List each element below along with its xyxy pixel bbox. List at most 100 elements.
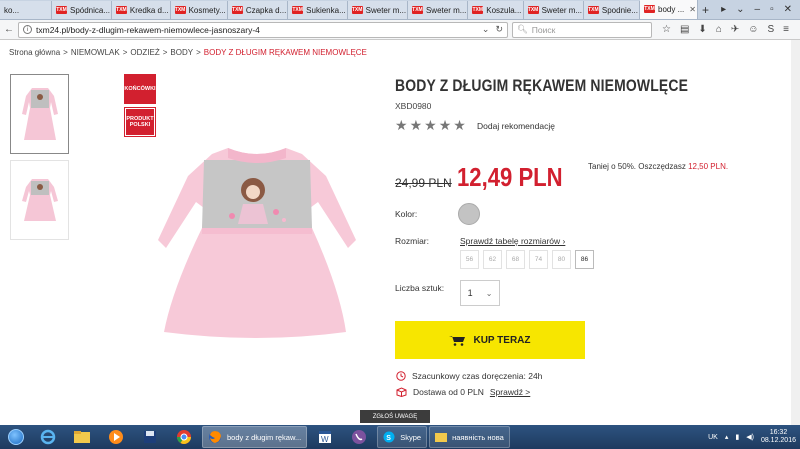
tab-label: ko... [4, 5, 20, 15]
star-icon[interactable]: ★ [424, 117, 437, 134]
windows-orb-icon [8, 429, 24, 445]
shipping-text: Dostawa od 0 PLN [413, 387, 484, 397]
tab-label: body ... [658, 4, 685, 14]
breadcrumb-separator: > [63, 48, 68, 57]
breadcrumb-link[interactable]: Strona główna [9, 48, 60, 57]
search-input[interactable]: 🔍︎ Поиск [512, 21, 652, 38]
browser-tab[interactable]: TXM Spodnie... [583, 1, 641, 19]
taskbar-word-icon[interactable]: W [309, 426, 341, 448]
browser-tab[interactable]: TXM Czapka d... [227, 1, 289, 19]
breadcrumb-link[interactable]: ODZIEŻ [130, 48, 159, 57]
taskbar-firefox-task[interactable]: body z długim rękaw... [202, 426, 308, 448]
taskbar-folder-task[interactable]: наявність нова [429, 426, 510, 448]
tab-label: Spódnica... [70, 5, 111, 15]
breadcrumb-separator: > [196, 48, 201, 57]
product-title: BODY Z DŁUGIM RĘKAWEM NIEMOWLĘCE [395, 76, 689, 95]
site-info-icon[interactable]: i [23, 25, 32, 34]
taskbar-viber-icon[interactable] [343, 426, 375, 448]
page-scrollbar[interactable] [791, 40, 800, 425]
home-icon[interactable]: ⌂ [716, 24, 722, 35]
tab-label: Sukienka... [306, 5, 346, 15]
size-option-62[interactable]: 62 [483, 250, 502, 269]
size-chart-link[interactable]: Sprawdź tabelę rozmiarów › [460, 236, 565, 246]
taskbar-media-player-icon[interactable] [100, 426, 132, 448]
star-icon[interactable]: ★ [439, 117, 452, 134]
product-thumbnail[interactable] [10, 74, 69, 154]
taskbar-chrome-icon[interactable] [168, 426, 200, 448]
star-icon[interactable]: ★ [453, 117, 466, 134]
breadcrumb-link[interactable]: NIEMOWLAK [71, 48, 120, 57]
favicon-icon: TXM [115, 6, 127, 14]
close-tab-icon[interactable]: ✕ [689, 5, 696, 14]
reading-list-icon[interactable]: ▤ [680, 24, 689, 35]
star-icon[interactable]: ★ [395, 117, 408, 134]
saving-amount: 12,50 PLN. [688, 162, 729, 171]
browser-tab[interactable]: TXM Kredka d... [111, 1, 171, 19]
tab-scroll-right-icon[interactable]: ▸ [721, 4, 726, 15]
browser-nav-bar: ← i txm24.pl/body-z-dlugim-rekawem-niemo… [0, 20, 800, 40]
dropdown-icon[interactable]: ⌄ [482, 24, 490, 35]
start-button[interactable] [2, 426, 30, 448]
browser-tab[interactable]: TXM Sweter m... [347, 1, 408, 19]
language-indicator[interactable]: UK [708, 434, 718, 441]
close-window-icon[interactable]: ✕ [784, 4, 792, 15]
tab-label: Kosmety... [188, 5, 226, 15]
size-option-74[interactable]: 74 [529, 250, 548, 269]
buy-now-button[interactable]: KUP TERAZ [395, 321, 585, 359]
report-feedback-button[interactable]: ZGŁOŚ UWAGĘ [360, 410, 430, 423]
network-icon[interactable]: ▮ [735, 433, 739, 441]
saving-text: Taniej o 50%. Oszczędzasz [588, 162, 686, 171]
browser-tab[interactable]: TXM Spódnica... [52, 1, 112, 19]
reload-icon[interactable]: ↻ [495, 24, 503, 35]
add-review-link[interactable]: Dodaj rekomendację [477, 121, 555, 131]
quantity-select[interactable]: 1 ⌄ [460, 280, 500, 306]
browser-tab[interactable]: TXM Sukienka... [288, 1, 348, 19]
share-icon[interactable]: ✈ [731, 24, 739, 35]
new-tab-button[interactable]: + [698, 1, 713, 19]
size-option-86[interactable]: 86 [575, 250, 594, 269]
browser-tab[interactable]: TXM Kosmety... [170, 1, 228, 19]
breadcrumb-link[interactable]: BODY [170, 48, 193, 57]
browser-tab[interactable]: ko... [0, 1, 52, 19]
tab-list-icon[interactable]: ⌄ [736, 4, 744, 15]
size-option-80[interactable]: 80 [552, 250, 571, 269]
taskbar-explorer-icon[interactable] [66, 426, 98, 448]
url-bar[interactable]: i txm24.pl/body-z-dlugim-rekawem-niemowl… [18, 21, 508, 38]
search-icon: 🔍︎ [517, 24, 528, 34]
shipping-check-link[interactable]: Sprawdź > [490, 387, 530, 397]
favicon-icon: TXM [351, 6, 363, 14]
volume-icon[interactable]: ◀) [746, 433, 754, 441]
size-option-56[interactable]: 56 [460, 250, 479, 269]
product-main-image[interactable] [150, 140, 365, 340]
clock[interactable]: 16:32 08.12.2016 [761, 429, 796, 445]
browser-tab[interactable]: TXM Sweter m... [407, 1, 469, 19]
size-option-68[interactable]: 68 [506, 250, 525, 269]
taskbar-skype-task[interactable]: S Skype [377, 426, 428, 448]
browser-tab[interactable]: TXM Sweter m... [523, 1, 584, 19]
skype-icon[interactable]: S [767, 24, 774, 35]
menu-icon[interactable]: ≡ [783, 24, 789, 35]
taskbar-save-icon[interactable] [134, 426, 166, 448]
taskbar-ie-icon[interactable] [32, 426, 64, 448]
rating-stars[interactable]: ★ ★ ★ ★ ★ [395, 117, 466, 134]
color-swatch-grey[interactable] [458, 203, 480, 225]
svg-text:W: W [321, 435, 329, 444]
product-sku: XBD0980 [395, 101, 432, 111]
star-icon[interactable]: ★ [410, 117, 423, 134]
task-label: body z długim rękaw... [227, 432, 302, 442]
browser-tab[interactable]: TXM Koszula... [468, 1, 524, 19]
back-icon[interactable]: ← [4, 24, 14, 35]
windows-taskbar: body z długim rękaw... W S Skype наявніс… [0, 425, 800, 449]
product-thumbnail[interactable] [10, 160, 69, 240]
download-icon[interactable]: ⬇ [698, 24, 706, 35]
maximize-icon[interactable]: ▫ [770, 4, 774, 15]
tab-label: Koszula... [486, 5, 522, 15]
tab-label: Sweter m... [541, 5, 583, 15]
bookmark-star-icon[interactable]: ☆ [662, 24, 671, 35]
breadcrumb: Strona główna > NIEMOWLAK > ODZIEŻ > BOD… [9, 48, 367, 57]
skype-icon: S [383, 431, 395, 443]
sync-icon[interactable]: ☺ [748, 24, 758, 35]
minimize-icon[interactable]: – [755, 4, 761, 15]
browser-tab-active[interactable]: TXM body ... ✕ [640, 0, 698, 19]
tray-arrow-icon[interactable]: ▴ [725, 433, 729, 441]
